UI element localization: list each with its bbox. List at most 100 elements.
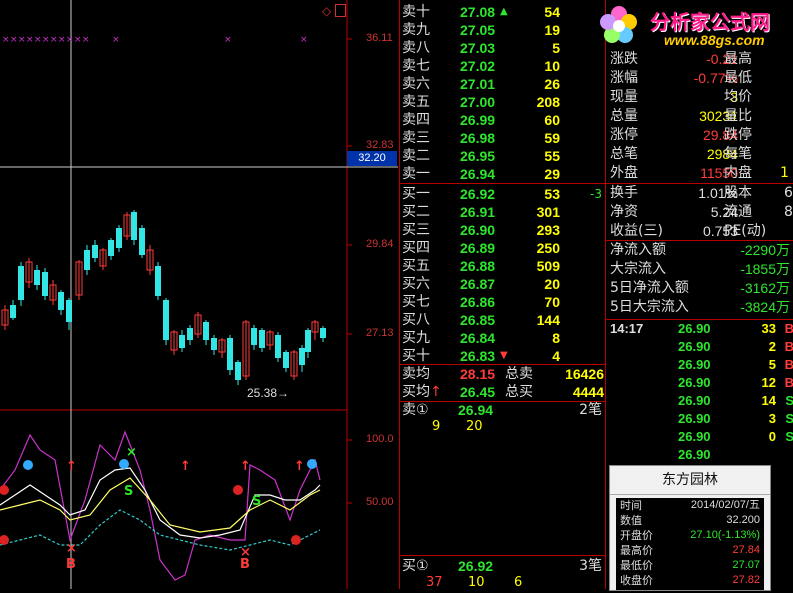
- tick-row[interactable]: 26.90 2 B: [606, 338, 793, 356]
- order-price: 27.02: [460, 58, 496, 74]
- stat-label: 最高: [724, 51, 752, 67]
- order-level-label: 卖九: [402, 22, 430, 38]
- queue-item: 6: [514, 575, 523, 590]
- tick-row[interactable]: 26.90 5 B: [606, 356, 793, 374]
- kline-info-popup[interactable]: 东方园林 时间 2014/02/07/五 数值 32.200 开盘价 27.10(-1.1…: [609, 465, 771, 591]
- signal-ball-icon: [233, 485, 243, 495]
- candle-body: [116, 228, 122, 248]
- axis-price-3: 29.84: [366, 238, 394, 250]
- site-logo: 分析家公式网 www.88gs.com: [596, 2, 793, 50]
- candle-body: [179, 335, 185, 348]
- order-level-label: 卖三: [402, 130, 430, 146]
- candle-body: [283, 352, 289, 368]
- signal-ball-icon: [0, 485, 9, 495]
- buy-order-row[interactable]: 买九 26.84 8: [400, 329, 606, 347]
- stat-label: PE(动): [724, 223, 767, 239]
- tick-row[interactable]: 26.90 3 S: [606, 410, 793, 428]
- sell-total-value: 16426: [565, 366, 604, 382]
- buy-order-row[interactable]: 买八 26.85 144: [400, 311, 606, 329]
- candle-body: [139, 228, 145, 255]
- fund-flow-row: 5日净流入额 -3162万: [608, 279, 793, 298]
- sell-order-row[interactable]: 卖八 27.03 5: [400, 39, 606, 57]
- sell-order-row[interactable]: 卖六 27.01 26: [400, 75, 606, 93]
- sell-order-row[interactable]: 卖七 27.02 10: [400, 57, 606, 75]
- order-level-label: 卖二: [402, 148, 430, 164]
- popup-row: 开盘价 27.10(-1.13%): [618, 528, 762, 543]
- kline-chart[interactable]: × × × × × × × × × × × × × × ↑ ↑ ↑ ↑ S S B B × × × 36.11 32.83 3…: [0, 0, 398, 589]
- sell-queue-detail: 9 20: [400, 418, 606, 436]
- signal-ball-icon: [23, 460, 33, 470]
- indicator-line-cyan: [0, 509, 321, 551]
- candle-body: [187, 328, 193, 340]
- buy-queue-row[interactable]: 买① 26.92 3笔: [400, 557, 606, 575]
- order-volume: 5: [552, 40, 560, 56]
- buy-order-row[interactable]: 买二 26.91 301: [400, 203, 606, 221]
- tick-volume: 14: [761, 393, 776, 408]
- flow-label: 5日净流入额: [610, 280, 689, 296]
- sell-total-label: 总卖: [505, 366, 533, 382]
- buy-order-row[interactable]: 买十 26.83 4 ▼: [400, 347, 606, 365]
- popup-label: 数值: [620, 514, 642, 527]
- sell-order-row[interactable]: 卖十 27.08 54 ▲: [400, 3, 606, 21]
- tick-row[interactable]: 26.90: [606, 446, 793, 464]
- sell-order-row[interactable]: 卖九 27.05 19: [400, 21, 606, 39]
- buy-order-row[interactable]: 买三 26.90 293: [400, 221, 606, 239]
- tick-side: S: [785, 393, 793, 408]
- order-level-label: 卖一: [402, 166, 430, 182]
- signal-mark: ×: [10, 35, 18, 45]
- signal-mark: ×: [42, 35, 50, 45]
- buy-order-row[interactable]: 买一 26.92 53 -3: [400, 185, 606, 203]
- buy-order-row[interactable]: 买七 26.86 70: [400, 293, 606, 311]
- order-volume: 250: [536, 240, 560, 256]
- up-arrow-icon: ▲: [500, 6, 508, 17]
- sell-queue-row[interactable]: 卖① 26.94 2笔: [400, 401, 606, 419]
- buy-order-row[interactable]: 买四 26.89 250: [400, 239, 606, 257]
- tick-row[interactable]: 26.90 0 S: [606, 428, 793, 446]
- sell-order-row[interactable]: 卖三 26.98 59: [400, 129, 606, 147]
- candle-body: [163, 300, 169, 340]
- sell-order-row[interactable]: 卖二 26.95 55: [400, 147, 606, 165]
- stat-label: 流通: [724, 204, 752, 220]
- stat-label: 最低: [724, 70, 752, 86]
- buy-order-row[interactable]: 买五 26.88 509: [400, 257, 606, 275]
- candle-body: [155, 266, 161, 296]
- popup-label: 最低价: [620, 559, 653, 572]
- tick-price: 26.90: [678, 375, 711, 390]
- order-volume: 8: [552, 330, 560, 346]
- tick-side: B: [784, 357, 793, 372]
- diamond-icon[interactable]: ◇: [322, 4, 331, 18]
- stat-label: 收益(三): [610, 223, 663, 239]
- order-book-panel: 卖十 27.08 54 ▲ 卖九 27.05 19 卖八 27.03 5 卖七 27.02 10 卖六 27…: [399, 0, 606, 590]
- stat-label: 每笔: [724, 146, 752, 162]
- signal-mark: ×: [240, 545, 251, 560]
- popup-row: 最低价 27.07: [618, 558, 762, 573]
- buy-average-row: 买均↑ 26.45 总买 4444: [400, 383, 606, 401]
- sell-average-label: 卖均: [402, 366, 430, 382]
- axis-price-1: 36.11: [366, 32, 393, 44]
- tick-row[interactable]: 14:17 26.90 33 B: [606, 320, 793, 338]
- stat-row: 总笔 2984 每笔: [608, 145, 793, 164]
- flow-label: 净流入额: [610, 242, 666, 258]
- sell-order-row[interactable]: 卖五 27.00 208: [400, 93, 606, 111]
- logo-url: www.88gs.com: [664, 32, 765, 48]
- buy-order-row[interactable]: 买六 26.87 20: [400, 275, 606, 293]
- order-volume: 301: [536, 204, 560, 220]
- tick-row[interactable]: 26.90 14 S: [606, 392, 793, 410]
- queue-item: 37: [426, 575, 443, 590]
- candle-body: [320, 328, 326, 338]
- sell-order-row[interactable]: 卖一 26.94 29: [400, 165, 606, 183]
- buy-average-label: 买均↑: [402, 384, 442, 400]
- order-price: 26.94: [460, 166, 496, 182]
- order-price: 26.92: [460, 186, 496, 202]
- axis-price-2: 32.83: [366, 139, 394, 151]
- flow-label: 5日大宗流入: [610, 299, 689, 315]
- order-price: 27.03: [460, 40, 496, 56]
- sell-order-row[interactable]: 卖四 26.99 60: [400, 111, 606, 129]
- kline-svg[interactable]: × × × × × × × × × × × × × × ↑ ↑ ↑ ↑SSB B×× ×: [0, 0, 398, 589]
- stat-row: 现量 3 均价: [608, 88, 793, 107]
- order-level-label: 卖六: [402, 76, 430, 92]
- signal-mark: ×: [112, 35, 120, 45]
- window-icon[interactable]: [335, 4, 346, 17]
- tick-row[interactable]: 26.90 12 B: [606, 374, 793, 392]
- signal-mark: ×: [300, 35, 308, 45]
